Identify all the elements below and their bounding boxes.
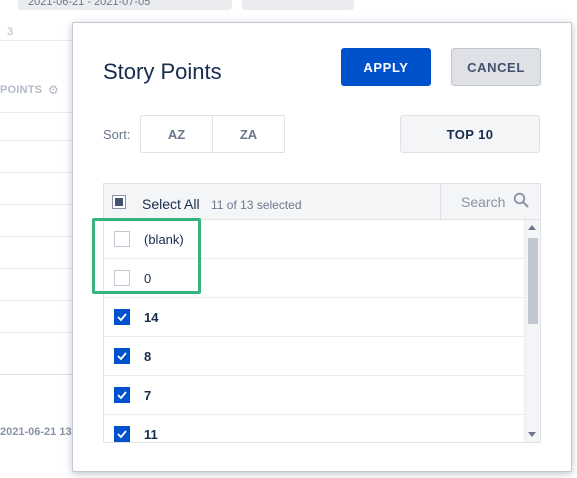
- select-all-label[interactable]: Select All: [142, 196, 200, 212]
- item-label: 8: [144, 349, 152, 364]
- list-item[interactable]: (blank): [104, 220, 524, 259]
- list-item[interactable]: 7: [104, 376, 524, 415]
- scroll-up-arrow[interactable]: [528, 225, 536, 230]
- checkmark-icon: [117, 391, 127, 400]
- scroll-thumb[interactable]: [528, 238, 538, 324]
- list-header: Select All 11 of 13 selected: [104, 184, 540, 220]
- grid-row-divider: [0, 204, 72, 205]
- item-label: 0: [144, 271, 152, 286]
- item-checkbox[interactable]: [114, 387, 130, 403]
- sort-za-button[interactable]: ZA: [212, 116, 284, 152]
- cancel-button[interactable]: CANCEL: [451, 48, 541, 86]
- checkmark-icon: [117, 352, 127, 361]
- checkmark-icon: [117, 313, 127, 322]
- checkmark-icon: [117, 430, 127, 439]
- item-checkbox[interactable]: [114, 231, 130, 247]
- grid-row-divider: [0, 112, 72, 113]
- grid-row-divider: [0, 236, 72, 237]
- top-10-button[interactable]: TOP 10: [400, 115, 540, 153]
- list-scrollbar[interactable]: [524, 220, 540, 442]
- item-label: 14: [144, 310, 159, 325]
- list-item[interactable]: 0: [104, 259, 524, 298]
- scroll-down-arrow[interactable]: [528, 432, 536, 437]
- popup-title: Story Points: [103, 59, 222, 84]
- sort-az-button[interactable]: AZ: [141, 116, 212, 152]
- grid-row-divider: [0, 332, 72, 333]
- grid-row-divider: [0, 268, 72, 269]
- gear-icon[interactable]: ⚙: [48, 83, 59, 97]
- value-list: Select All 11 of 13 selected (blank) 0 1…: [103, 183, 541, 443]
- secondary-filter[interactable]: [242, 0, 354, 10]
- grid-row-divider: [0, 172, 72, 173]
- list-item[interactable]: 11: [104, 415, 524, 442]
- item-label: (blank): [144, 232, 184, 247]
- sort-button-group: AZ ZA: [140, 115, 285, 153]
- list-item[interactable]: 14: [104, 298, 524, 337]
- grid-footer-divider: [0, 374, 72, 375]
- item-label: 7: [144, 388, 152, 403]
- column-title: POINTS: [0, 84, 43, 96]
- sort-label: Sort:: [103, 127, 131, 142]
- item-checkbox[interactable]: [114, 309, 130, 325]
- list-item[interactable]: 8: [104, 337, 524, 376]
- item-checkbox[interactable]: [114, 348, 130, 364]
- search-box: [440, 184, 540, 219]
- item-label: 11: [144, 427, 158, 442]
- select-all-checkbox[interactable]: [112, 195, 126, 209]
- item-checkbox[interactable]: [114, 426, 130, 442]
- row-date: 2021-06-21 13: [0, 426, 72, 438]
- date-range-text: 2021-06-21 - 2021-07-05: [28, 0, 151, 8]
- column-number: 3: [7, 26, 14, 38]
- grid-row-divider: [0, 140, 72, 141]
- selected-count: 11 of 13 selected: [211, 198, 302, 212]
- search-icon[interactable]: [513, 192, 529, 208]
- grid-row-divider: [0, 300, 72, 301]
- apply-button[interactable]: APPLY: [341, 48, 431, 86]
- item-checkbox[interactable]: [114, 270, 130, 286]
- story-points-filter-popup: Story Points APPLY CANCEL Sort: AZ ZA TO…: [72, 22, 572, 472]
